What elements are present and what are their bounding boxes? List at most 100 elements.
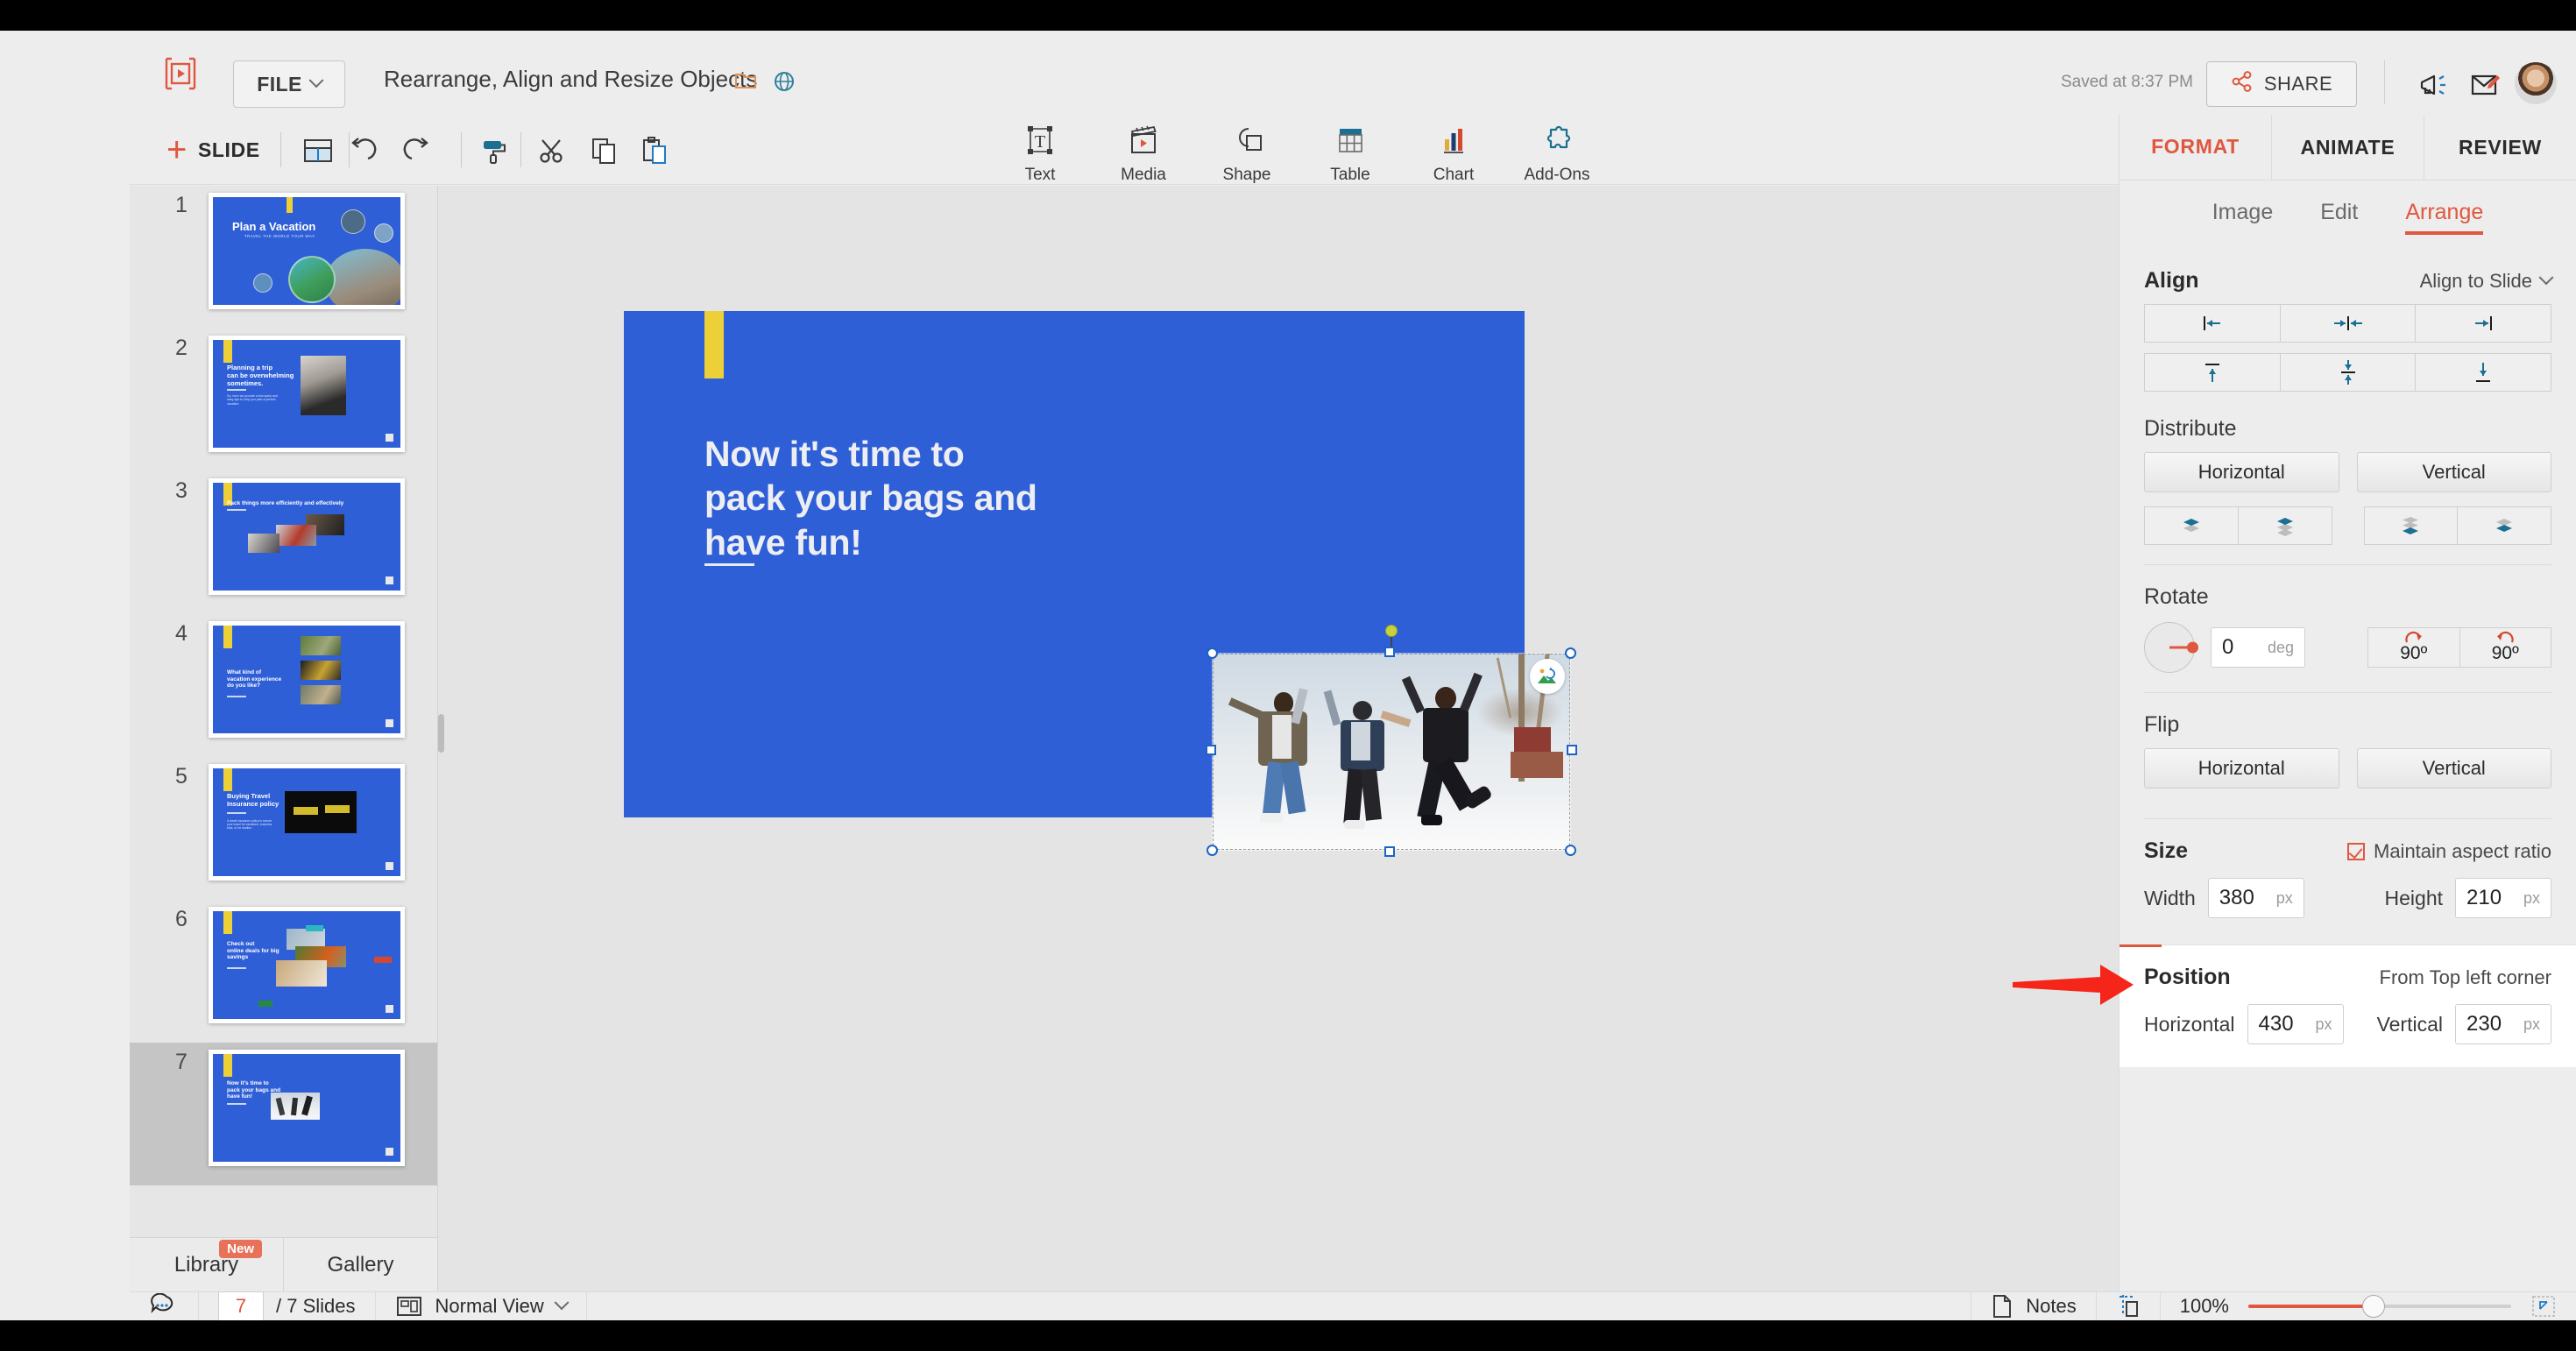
library-tab[interactable]: New Library: [130, 1238, 283, 1291]
send-backward-icon[interactable]: [2363, 506, 2459, 545]
status-bar: 7 / 7 Slides Normal View Notes 100%: [130, 1291, 2576, 1320]
rotate-value-field[interactable]: 0 deg: [2211, 627, 2305, 668]
copy-icon[interactable]: [584, 131, 624, 171]
selected-image-object[interactable]: [1206, 625, 1577, 857]
comments-button[interactable]: [130, 1291, 199, 1320]
insert-addons-button[interactable]: Add-Ons: [1505, 120, 1609, 185]
file-menu-button[interactable]: FILE: [233, 60, 345, 108]
megaphone-icon[interactable]: [2417, 67, 2452, 103]
slide-position-indicator[interactable]: 7 / 7 Slides: [199, 1291, 376, 1320]
bring-to-front-icon[interactable]: [2237, 506, 2332, 545]
resize-handle-bottom-right[interactable]: [1565, 845, 1576, 856]
insert-table-button[interactable]: Table: [1299, 120, 1402, 185]
share-button[interactable]: SHARE: [2206, 61, 2357, 107]
saved-status: Saved at 8:37 PM: [2060, 73, 2193, 91]
view-mode-label: Normal View: [435, 1295, 544, 1317]
fit-to-screen-icon[interactable]: [2530, 1294, 2557, 1319]
redo-icon[interactable]: [398, 131, 438, 171]
align-bottom-icon[interactable]: [2415, 353, 2552, 392]
slide-thumbnail-1[interactable]: 1 Plan a Vacation TRAVEL THE WORLD YOUR …: [130, 186, 437, 329]
current-slide-input[interactable]: 7: [218, 1291, 264, 1320]
slide-thumbnail-6[interactable]: 6 Check out online deals for big savings: [130, 900, 437, 1043]
insert-shape-button[interactable]: Shape: [1195, 120, 1299, 185]
checkbox-checked-icon: [2347, 842, 2365, 860]
tab-format[interactable]: FORMAT: [2120, 115, 2271, 180]
size-title: Size: [2144, 838, 2189, 863]
distribute-horizontal-button[interactable]: Horizontal: [2144, 452, 2339, 492]
scissors-icon[interactable]: [533, 131, 573, 171]
paste-icon[interactable]: [634, 131, 675, 171]
rotation-handle[interactable]: [1385, 625, 1398, 637]
subtab-image[interactable]: Image: [2212, 200, 2273, 235]
undo-icon[interactable]: [342, 131, 382, 171]
subtab-edit[interactable]: Edit: [2320, 200, 2358, 235]
flip-vertical-button[interactable]: Vertical: [2356, 748, 2551, 789]
document-title[interactable]: Rearrange, Align and Resize Objects: [384, 66, 757, 93]
resize-handle-right[interactable]: [1567, 745, 1577, 755]
resize-handle-top-left[interactable]: [1207, 647, 1218, 659]
tab-review[interactable]: REVIEW: [2424, 115, 2576, 180]
slide-thumbnail-5[interactable]: 5 Buying Travel Insurance policy A trave…: [130, 757, 437, 900]
rotation-dial[interactable]: [2144, 622, 2198, 673]
section-divider: [2144, 564, 2551, 565]
paint-roller-icon[interactable]: [473, 131, 513, 171]
slide-thumbnail-panel[interactable]: 1 Plan a Vacation TRAVEL THE WORLD YOUR …: [130, 186, 438, 1237]
distribute-vertical-button[interactable]: Vertical: [2356, 452, 2551, 492]
file-menu-label: FILE: [257, 72, 302, 95]
resize-handle-top[interactable]: [1384, 647, 1395, 657]
thumb-surface: Buying Travel Insurance policy A travel …: [209, 764, 405, 881]
panel-splitter[interactable]: [438, 714, 444, 753]
resize-handle-top-right[interactable]: [1565, 647, 1576, 659]
align-target-dropdown[interactable]: Align to Slide: [2420, 270, 2554, 293]
insert-chart-button[interactable]: Chart: [1402, 120, 1505, 185]
slide-thumbnail-2[interactable]: 2 Planning a trip can be overwhelming so…: [130, 329, 437, 471]
rotate-counterclockwise-button[interactable]: 90º: [2459, 627, 2551, 668]
tab-animate[interactable]: ANIMATE: [2271, 115, 2424, 180]
avatar[interactable]: [2515, 62, 2557, 104]
thumb-title: Check out online deals for big savings: [227, 941, 280, 961]
resize-handle-left[interactable]: [1206, 745, 1216, 755]
slide-surface[interactable]: Now it's time to pack your bags and have…: [624, 311, 1577, 857]
width-input[interactable]: 380 px: [2207, 878, 2304, 918]
replace-image-icon[interactable]: [1530, 659, 1565, 694]
send-to-back-icon[interactable]: [2457, 506, 2551, 545]
align-middle-vertical-icon[interactable]: [2279, 353, 2417, 392]
position-vertical-input[interactable]: 230 px: [2455, 1004, 2551, 1044]
slide-canvas-area[interactable]: Now it's time to pack your bags and have…: [438, 186, 2119, 1291]
gallery-tab[interactable]: Gallery: [283, 1238, 437, 1291]
slide-thumbnail-7[interactable]: 7 Now it's time to pack your bags and ha…: [130, 1043, 437, 1185]
notes-button[interactable]: Notes: [1971, 1291, 2097, 1320]
view-mode-selector[interactable]: Normal View: [376, 1291, 587, 1320]
thumb-title: Buying Travel Insurance policy: [227, 792, 280, 808]
insert-media-button[interactable]: Media: [1092, 120, 1195, 185]
align-left-icon[interactable]: [2144, 304, 2281, 343]
height-input[interactable]: 210 px: [2455, 878, 2551, 918]
guides-button[interactable]: [2097, 1291, 2161, 1320]
globe-icon[interactable]: [773, 70, 796, 97]
insert-text-button[interactable]: T Text: [988, 120, 1092, 185]
add-slide-label: SLIDE: [197, 138, 260, 161]
zoom-slider[interactable]: [2248, 1295, 2511, 1318]
position-horizontal-input[interactable]: 430 px: [2247, 1004, 2344, 1044]
align-right-icon[interactable]: [2415, 304, 2552, 343]
slide-title-text[interactable]: Now it's time to pack your bags and have…: [704, 432, 1037, 564]
resize-handle-bottom-left[interactable]: [1207, 845, 1218, 856]
presentation-logo-icon[interactable]: [161, 55, 200, 92]
envelope-edit-icon[interactable]: [2467, 67, 2502, 103]
align-center-horizontal-icon[interactable]: [2279, 304, 2417, 343]
slide-thumbnail-4[interactable]: 4 What kind of vacation experience do yo…: [130, 614, 437, 757]
flip-horizontal-button[interactable]: Horizontal: [2144, 748, 2339, 789]
folder-icon[interactable]: [734, 70, 757, 97]
insert-shape-label: Shape: [1222, 166, 1271, 184]
subtab-arrange[interactable]: Arrange: [2405, 200, 2484, 235]
slide-thumbnail-3[interactable]: 3 Pack things more efficiently and effec…: [130, 471, 437, 614]
resize-handle-bottom[interactable]: [1384, 846, 1395, 857]
rotate-clockwise-button[interactable]: 90º: [2367, 627, 2460, 668]
slide-layout-icon[interactable]: [298, 131, 338, 171]
zoom-slider-handle[interactable]: [2362, 1295, 2385, 1318]
zoom-control[interactable]: 100%: [2161, 1292, 2576, 1321]
add-slide-button[interactable]: + SLIDE: [166, 132, 260, 167]
bring-forward-icon[interactable]: [2144, 506, 2239, 545]
align-top-icon[interactable]: [2144, 353, 2281, 392]
maintain-aspect-ratio-checkbox[interactable]: Maintain aspect ratio: [2347, 840, 2551, 863]
